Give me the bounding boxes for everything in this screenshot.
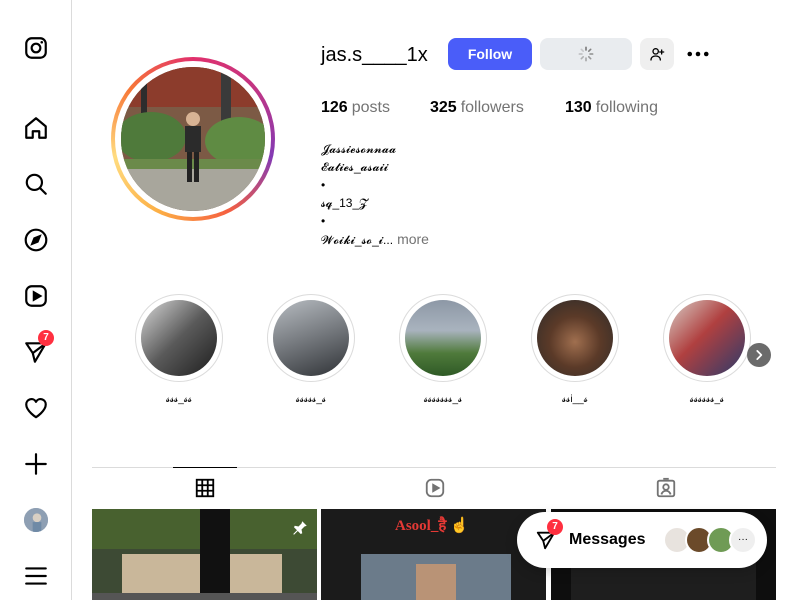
tab-reels[interactable] [403,468,467,508]
suggest-user-button[interactable] [640,38,674,70]
username: jas.s____1x [321,44,428,66]
following-link[interactable]: 130 following [565,99,658,117]
highlight-label: 𝓼𝓼𝓼_𝓼𝓼 [165,394,193,405]
story-highlight[interactable]: 𝓼𝓼𝓼𝓼𝓼𝓼_𝓼 [662,294,752,405]
pinned-icon [293,521,307,535]
profile-bio: 𝓙𝓪𝓼𝓼𝓲𝓮𝓼𝓸𝓷𝓷𝓪𝓪 𝓔𝓪𝓽𝓲𝓮𝓼_𝓪𝓼𝓪𝓲𝓲 • 𝓼𝓺_13_𝓩 • 𝓦𝓸… [321,140,429,249]
left-sidebar: 7 [0,0,72,600]
bio-line: 𝓦𝓸𝓲𝓴𝓲_𝓼𝓸_𝓲... more [321,231,429,247]
highlight-label: 𝓼𝓼𝓼𝓼𝓼𝓼𝓼_𝓼 [423,394,463,405]
story-highlight[interactable]: 𝓼𝓼𝓼_𝓼𝓼 [134,294,224,405]
profile-tabs [92,467,776,508]
highlight-label: 𝓼𝓼𝓼𝓼𝓼𝓼_𝓼 [689,394,725,405]
bio-line: • [321,178,326,192]
tab-tagged[interactable] [634,468,698,508]
options-more-button[interactable] [685,42,711,66]
profile-picture [121,67,265,211]
follow-button[interactable]: Follow [448,38,532,70]
bio-more-link[interactable]: more [397,231,429,247]
highlight-cover [669,300,745,376]
bio-line: 𝓙𝓪𝓼𝓼𝓲𝓮𝓼𝓸𝓷𝓷𝓪𝓪 [321,142,397,156]
tab-posts-grid[interactable] [173,467,237,508]
highlight-cover [141,300,217,376]
highlights-next-button[interactable] [747,343,771,367]
post-thumbnail[interactable] [92,509,317,600]
followers-link[interactable]: 325 followers [430,99,524,117]
highlight-cover [537,300,613,376]
ellipsis-icon [687,51,709,57]
highlight-label: 𝓼𝓼i__𝓼 [562,394,588,405]
post-image [92,509,317,600]
bio-line: • [321,214,326,228]
bio-line: 𝓼𝓺_13_𝓩 [321,196,368,210]
bio-line: 𝓔𝓪𝓽𝓲𝓮𝓼_𝓪𝓼𝓪𝓲𝓲 [321,160,389,174]
highlight-cover [273,300,349,376]
grid-icon [195,478,215,498]
messages-pill-badge: 7 [547,519,563,535]
home-icon[interactable] [22,114,50,142]
explore-compass-icon[interactable] [22,226,50,254]
story-highlight[interactable]: 𝓼𝓼𝓼𝓼𝓼𝓼𝓼_𝓼 [398,294,488,405]
profile-picture-ring[interactable] [111,57,275,221]
add-user-icon [650,48,665,61]
messages-icon[interactable]: 7 [22,330,54,366]
profile-avatar[interactable] [22,506,50,534]
post-thumbnail[interactable]: Asool_है ☝ [321,509,546,600]
message-button-loading[interactable] [540,38,632,70]
instagram-logo-icon[interactable] [22,34,50,62]
highlight-label: 𝓼𝓼𝓼𝓼𝓼_𝓼 [295,394,327,405]
profile-main: jas.s____1x Follow 126 posts 325 followers… [73,0,800,600]
messages-icon: 7 [535,519,563,551]
reels-icon[interactable] [22,282,50,310]
reels-icon [425,478,445,498]
search-icon[interactable] [22,170,50,198]
more-conversations-icon: ··· [729,526,757,554]
story-highlight[interactable]: 𝓼𝓼i__𝓼 [530,294,620,405]
posts-count: 126 posts [321,99,390,116]
notifications-heart-icon[interactable] [22,394,50,422]
messages-badge: 7 [38,330,54,346]
tagged-user-icon [656,477,676,498]
create-plus-icon[interactable] [22,450,50,478]
post-caption-overlay: Asool_है ☝ [395,518,469,534]
chevron-right-icon [756,350,763,360]
loading-spinner-icon [578,46,594,62]
story-highlight[interactable]: 𝓼𝓼𝓼𝓼𝓼_𝓼 [266,294,356,405]
highlight-cover [405,300,481,376]
avatar [24,508,48,532]
more-menu-icon[interactable] [22,562,50,590]
messages-label: Messages [569,531,646,548]
messages-floating-button[interactable]: 7 Messages ··· [517,512,767,568]
